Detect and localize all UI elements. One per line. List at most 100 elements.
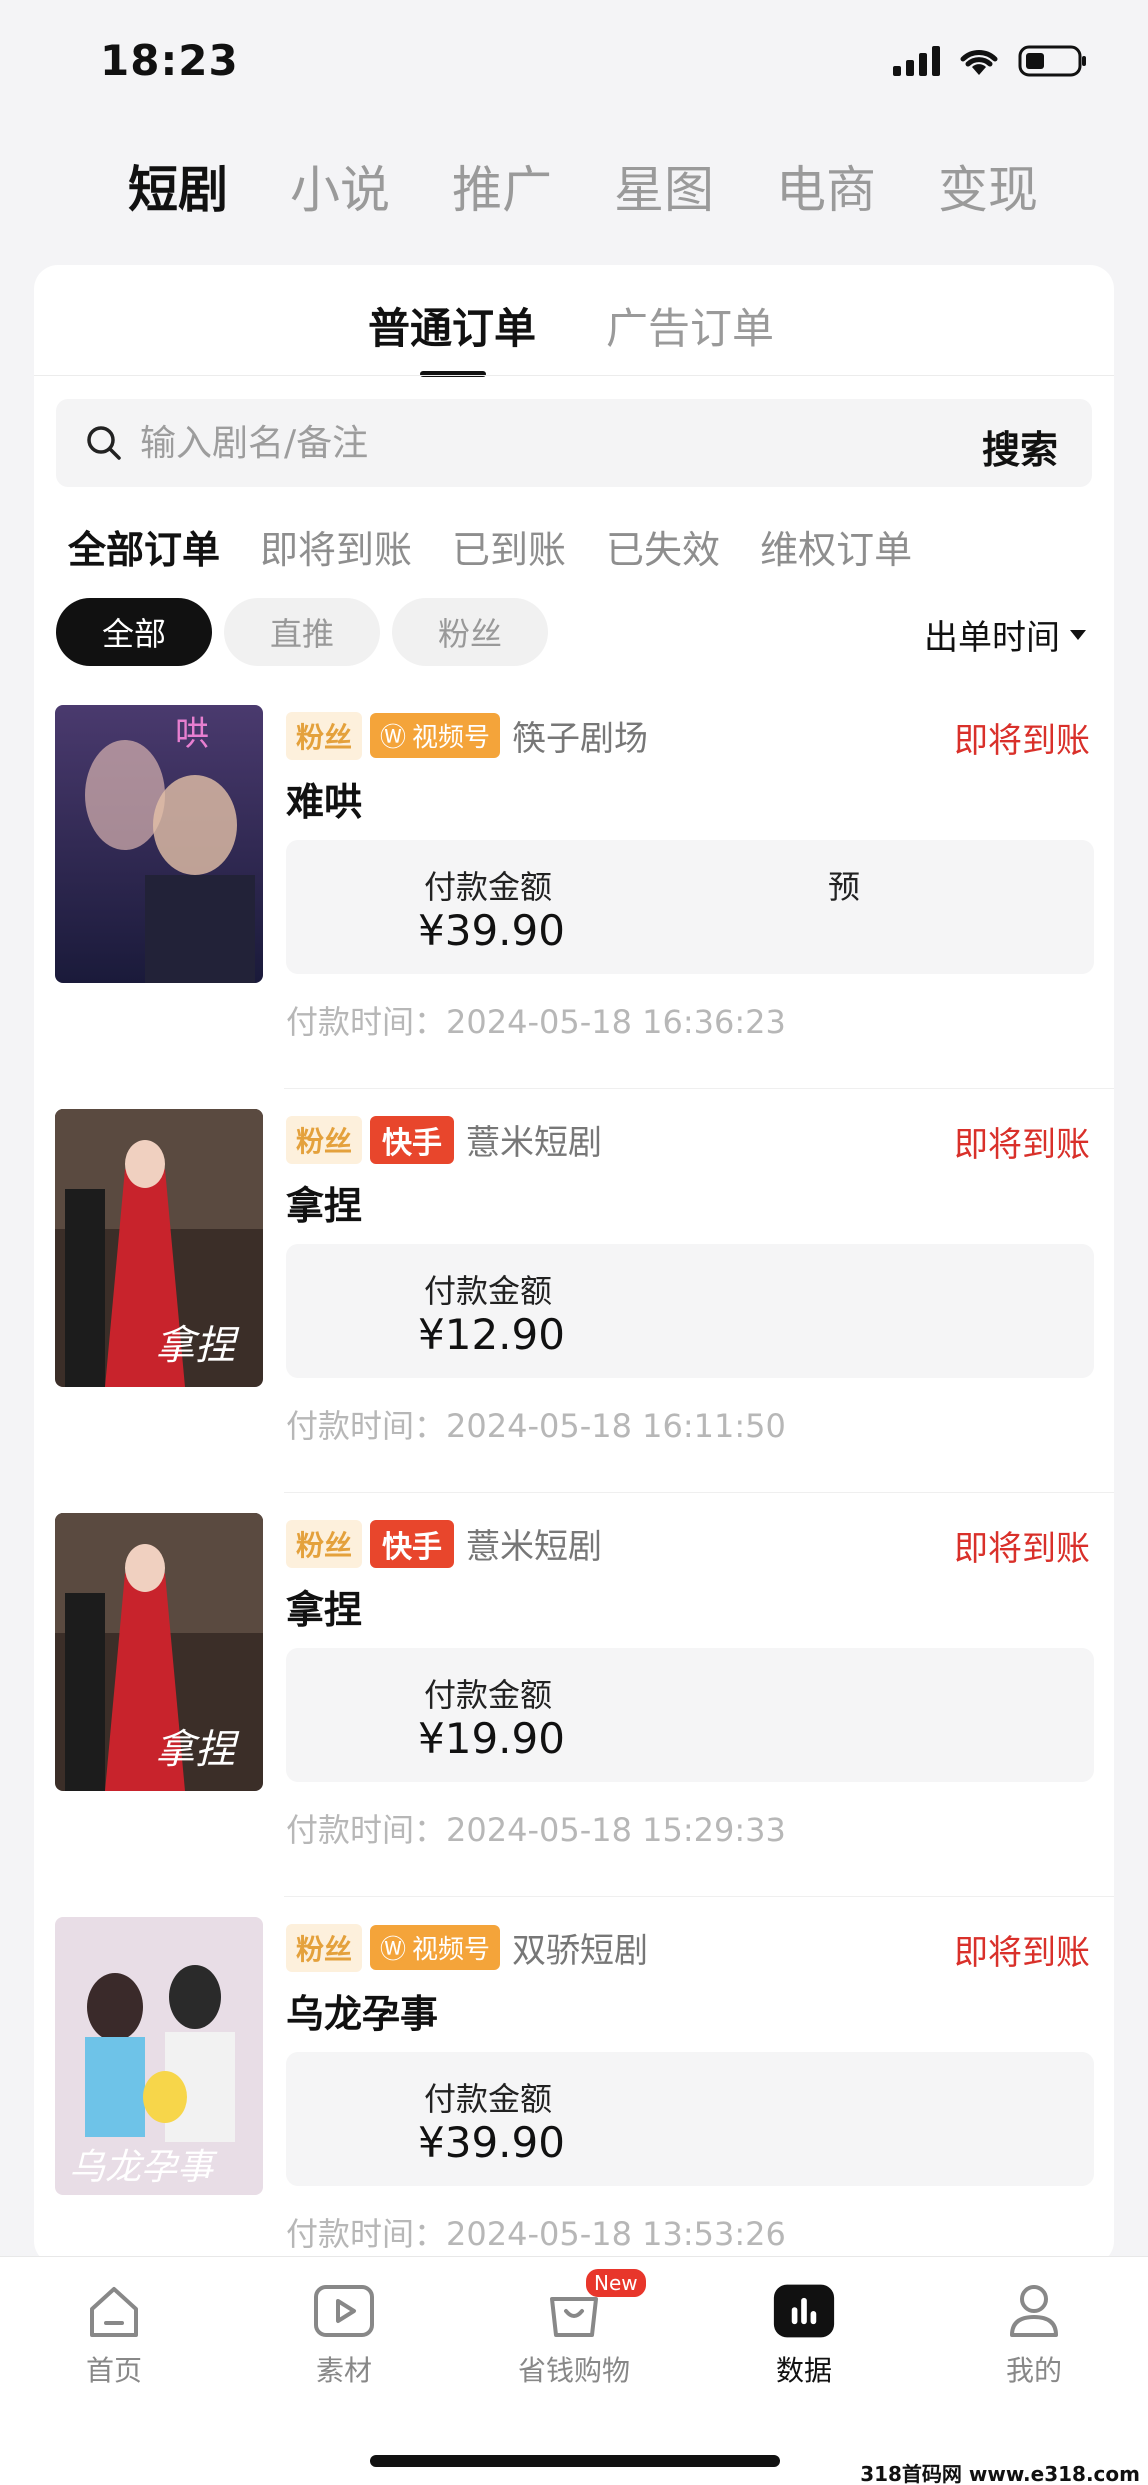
- platform-label: 视频号: [412, 1935, 491, 1965]
- estimate-label: 预: [828, 868, 861, 906]
- platform-tag: 快手: [370, 1115, 455, 1164]
- orders-card: 普通订单 广告订单 搜索 全部订单 即将到账 已到账 已失效 维权订单 全部 直…: [34, 265, 1114, 2265]
- platform-tag: Ⓦ 视频号: [370, 1925, 501, 1970]
- studio-name: 薏米短剧: [466, 1527, 603, 1567]
- amount-label: 付款金额: [424, 868, 553, 906]
- top-category-tabs: 短剧 小说 推广 星图 电商 变现: [128, 150, 1038, 222]
- order-item[interactable]: 拿捏 粉丝 快手 薏米短剧 即将到账 拿捏 付款金额 ¥19.90 付款时间：2…: [34, 1493, 1114, 1897]
- order-badges: 粉丝 Ⓦ 视频号 双骄短剧: [286, 1923, 648, 1972]
- tab-novel[interactable]: 小说: [290, 150, 390, 222]
- fans-tag: 粉丝: [286, 1115, 363, 1164]
- drama-title: 乌龙孕事: [286, 1992, 439, 2036]
- nav-material-label: 素材: [315, 2354, 372, 2387]
- platform-label: 视频号: [412, 723, 491, 753]
- sort-label: 出单时间: [924, 618, 1060, 658]
- bottom-nav: 首页 素材 New 省钱购物 数据 我的: [0, 2256, 1148, 2485]
- fans-tag: 粉丝: [286, 711, 363, 760]
- tab-ecommerce[interactable]: 电商: [776, 150, 876, 222]
- tab-monetize[interactable]: 变现: [938, 150, 1038, 222]
- studio-name: 薏米短剧: [466, 1123, 603, 1163]
- new-badge: New: [586, 2269, 646, 2297]
- tab-promotion[interactable]: 推广: [452, 150, 552, 222]
- order-type-tabs: 普通订单 广告订单: [34, 295, 1114, 375]
- home-indicator: [370, 2455, 780, 2467]
- divider: [34, 375, 1114, 376]
- fans-tag: 粉丝: [286, 1519, 363, 1568]
- search-icon: [87, 426, 121, 460]
- status-icons: [893, 44, 1088, 78]
- battery-icon: [1018, 44, 1088, 78]
- order-item[interactable]: 乌龙孕事 粉丝 Ⓦ 视频号 双骄短剧 即将到账 乌龙孕事 付款金额 ¥39.90 …: [34, 1897, 1114, 2301]
- svg-text:乌龙孕事: 乌龙孕事: [69, 2147, 218, 2188]
- order-status: 即将到账: [954, 721, 1090, 761]
- pay-time: 付款时间：2024-05-18 16:36:23: [286, 1003, 786, 1041]
- filter-dispute[interactable]: 维权订单: [760, 519, 912, 574]
- payment-box: 付款金额 ¥19.90: [286, 1648, 1094, 1782]
- svg-text:哄: 哄: [175, 714, 209, 754]
- search-input[interactable]: [140, 413, 900, 473]
- user-icon: [1002, 2279, 1066, 2343]
- nav-data[interactable]: 数据: [734, 2279, 874, 2389]
- watermark: 318首码网 www.e318.com: [860, 2462, 1140, 2485]
- nav-shopping[interactable]: New 省钱购物: [504, 2269, 646, 2389]
- chip-all[interactable]: 全部: [56, 598, 212, 666]
- drama-title: 难哄: [286, 780, 363, 824]
- order-item[interactable]: 拿捏 粉丝 快手 薏米短剧 即将到账 拿捏 付款金额 ¥12.90 付款时间：2…: [34, 1089, 1114, 1493]
- tab-star-map[interactable]: 星图: [614, 150, 714, 222]
- video-channel-icon: Ⓦ: [380, 1935, 407, 1965]
- filter-received[interactable]: 已到账: [452, 519, 566, 574]
- play-icon: [312, 2279, 376, 2343]
- tab-normal-orders[interactable]: 普通订单: [368, 295, 536, 356]
- drama-poster: 拿捏: [55, 1513, 263, 1791]
- order-status: 即将到账: [954, 1933, 1090, 1973]
- shopping-bag-icon: New: [542, 2269, 646, 2343]
- order-badges: 粉丝 快手 薏米短剧: [286, 1115, 602, 1164]
- order-badges: 粉丝 Ⓦ 视频号 筷子剧场: [286, 711, 648, 760]
- signal-icon: [893, 46, 940, 76]
- status-bar: 18:23: [0, 0, 1148, 120]
- amount-label: 付款金额: [424, 1272, 553, 1310]
- filter-expired[interactable]: 已失效: [606, 519, 720, 574]
- drama-title: 拿捏: [286, 1184, 363, 1228]
- platform-tag: Ⓦ 视频号: [370, 713, 501, 758]
- pay-time: 付款时间：2024-05-18 13:53:26: [286, 2215, 786, 2253]
- amount-value: ¥39.90: [418, 906, 565, 955]
- payment-box: 付款金额 ¥39.90 预: [286, 840, 1094, 974]
- fans-tag: 粉丝: [286, 1923, 363, 1972]
- order-status: 即将到账: [954, 1529, 1090, 1569]
- search-button[interactable]: 搜索: [982, 419, 1058, 474]
- drama-title: 拿捏: [286, 1588, 363, 1632]
- chip-direct[interactable]: 直推: [224, 598, 380, 666]
- amount-value: ¥12.90: [418, 1310, 565, 1359]
- nav-home[interactable]: 首页: [44, 2279, 184, 2389]
- nav-home-label: 首页: [85, 2354, 142, 2387]
- sort-dropdown[interactable]: 出单时间: [924, 610, 1086, 659]
- chip-fans[interactable]: 粉丝: [392, 598, 548, 666]
- tab-ad-orders[interactable]: 广告订单: [606, 295, 774, 356]
- tab-short-drama[interactable]: 短剧: [128, 150, 228, 222]
- home-icon: [82, 2279, 146, 2343]
- filter-all-orders[interactable]: 全部订单: [68, 519, 220, 574]
- nav-me[interactable]: 我的: [964, 2279, 1104, 2389]
- amount-label: 付款金额: [424, 1676, 553, 1714]
- chart-icon: [772, 2279, 836, 2343]
- order-item[interactable]: 哄 粉丝 Ⓦ 视频号 筷子剧场 即将到账 难哄 付款金额 ¥39.90 预 付款时…: [34, 685, 1114, 1089]
- amount-label: 付款金额: [424, 2080, 553, 2118]
- svg-text:拿捏: 拿捏: [155, 1323, 240, 1369]
- filter-pending[interactable]: 即将到账: [260, 519, 412, 574]
- drama-poster: 拿捏: [55, 1109, 263, 1387]
- nav-material[interactable]: 素材: [274, 2279, 414, 2389]
- pay-time: 付款时间：2024-05-18 16:11:50: [286, 1407, 786, 1445]
- order-status-filters: 全部订单 即将到账 已到账 已失效 维权订单: [68, 519, 912, 574]
- amount-value: ¥39.90: [418, 2118, 565, 2167]
- studio-name: 筷子剧场: [512, 719, 649, 759]
- nav-data-label: 数据: [775, 2354, 832, 2387]
- payment-box: 付款金额 ¥12.90: [286, 1244, 1094, 1378]
- svg-text:拿捏: 拿捏: [155, 1727, 240, 1773]
- nav-shopping-label: 省钱购物: [517, 2354, 630, 2387]
- status-time: 18:23: [100, 36, 239, 85]
- wifi-icon: [958, 45, 1000, 77]
- drama-poster: 乌龙孕事: [55, 1917, 263, 2195]
- source-chips: 全部 直推 粉丝: [56, 598, 548, 666]
- nav-me-label: 我的: [1005, 2354, 1062, 2387]
